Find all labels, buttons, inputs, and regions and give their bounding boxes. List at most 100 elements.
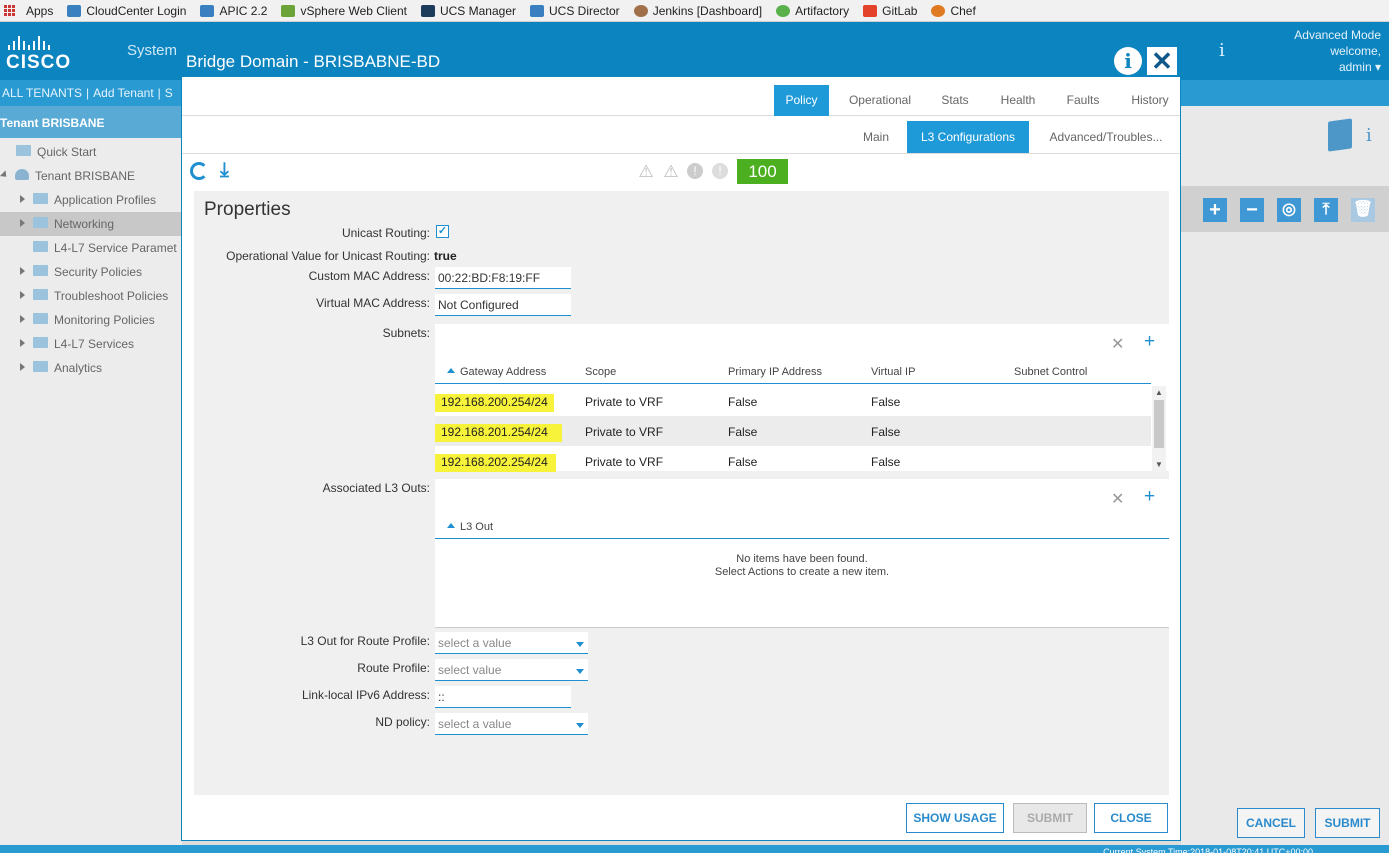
all-tenants-link[interactable]: ALL TENANTS	[2, 86, 82, 100]
cisco-logo[interactable]: CISCO	[6, 34, 71, 74]
tab-main[interactable]: Main	[852, 121, 900, 153]
col-l3-out[interactable]: L3 Out	[447, 521, 493, 533]
cancel-button[interactable]: CANCEL	[1237, 808, 1305, 838]
bookmark-apic[interactable]: APIC 2.2	[200, 4, 267, 18]
add-icon[interactable]: +	[1203, 198, 1227, 222]
folder-icon	[16, 145, 31, 157]
bookmark-cloudcenter[interactable]: CloudCenter Login	[67, 4, 186, 18]
delete-l3out-icon[interactable]: ✕	[1111, 489, 1124, 509]
bookmark-artifactory[interactable]: Artifactory	[776, 4, 849, 18]
l3out-route-profile-select[interactable]: select a value	[435, 632, 588, 654]
tree-item-troubleshoot-policies[interactable]: Troubleshoot Policies	[0, 284, 182, 308]
subnav-more-link[interactable]: S	[165, 86, 173, 100]
refresh-icon[interactable]	[190, 162, 208, 180]
nav-system[interactable]: System	[127, 42, 177, 59]
tab-advanced-troubleshooting[interactable]: Advanced/Troubles...	[1040, 121, 1172, 153]
show-usage-button[interactable]: SHOW USAGE	[906, 803, 1004, 833]
bookmark-apps[interactable]: Apps	[4, 4, 53, 18]
scroll-thumb[interactable]	[1154, 400, 1164, 448]
critical-fault-icon[interactable]: ⚠	[637, 163, 655, 181]
expand-arrow-icon[interactable]	[20, 338, 25, 347]
l3outs-header-row: L3 Out	[435, 517, 1169, 539]
major-fault-icon[interactable]: ⚠	[662, 163, 680, 181]
user-menu[interactable]: admin ▾	[1294, 59, 1381, 75]
bookmark-gitlab[interactable]: GitLab	[863, 4, 917, 18]
tree-item-monitoring-policies[interactable]: Monitoring Policies	[0, 308, 182, 332]
info-icon[interactable]: i	[1114, 47, 1142, 75]
tree-item-application-profiles[interactable]: Application Profiles	[0, 188, 182, 212]
book-icon[interactable]	[1328, 118, 1352, 152]
close-button[interactable]: CLOSE	[1094, 803, 1168, 833]
info-icon[interactable]: i	[1219, 40, 1225, 61]
tree-item-analytics[interactable]: Analytics	[0, 356, 182, 380]
add-subnet-icon[interactable]: +	[1144, 331, 1155, 353]
dialog-title: Bridge Domain - BRISBABNE-BD	[186, 52, 441, 71]
warning-fault-icon[interactable]: !	[712, 163, 728, 179]
table-row[interactable]: 192.168.200.254/24 Private to VRF False …	[435, 386, 1151, 416]
tab-health[interactable]: Health	[992, 85, 1044, 116]
submit-button[interactable]: SUBMIT	[1013, 803, 1087, 833]
trash-icon[interactable]: 🗑	[1351, 198, 1375, 222]
virtual-mac-field[interactable]: Not Configured	[435, 294, 571, 316]
col-primary-ip[interactable]: Primary IP Address	[728, 366, 822, 378]
folder-icon	[33, 337, 48, 349]
custom-mac-field[interactable]: 00:22:BD:F8:19:FF	[435, 267, 571, 289]
col-gateway-address[interactable]: Gateway Address	[447, 366, 546, 378]
tree-item-networking[interactable]: Networking	[0, 212, 182, 236]
close-icon[interactable]: ✕	[1147, 47, 1177, 75]
subnets-scrollbar[interactable]: ▲ ▼	[1152, 386, 1166, 472]
col-subnet-control[interactable]: Subnet Control	[1014, 366, 1087, 378]
table-row[interactable]: 192.168.201.254/24 Private to VRF False …	[435, 416, 1151, 446]
tree-label: L4-L7 Service Paramet	[54, 241, 177, 255]
col-scope[interactable]: Scope	[585, 366, 616, 378]
nd-policy-select[interactable]: select a value	[435, 713, 588, 735]
scroll-down-icon[interactable]: ▼	[1155, 460, 1163, 469]
add-tenant-link[interactable]: Add Tenant	[93, 86, 154, 100]
upload-icon[interactable]: ⤒	[1314, 198, 1338, 222]
linklocal-field[interactable]: ::	[435, 686, 571, 708]
table-toolbar: + − ◎ ⤒ 🗑	[1181, 186, 1389, 232]
assoc-l3outs-label: Associated L3 Outs:	[322, 481, 430, 495]
delete-subnet-icon[interactable]: ✕	[1111, 334, 1124, 354]
bookmark-ucs-manager[interactable]: UCS Manager	[420, 4, 516, 18]
bookmark-chef[interactable]: Chef	[931, 4, 976, 18]
info-icon[interactable]: i	[1366, 125, 1372, 146]
tab-l3-configurations[interactable]: L3 Configurations	[907, 121, 1029, 153]
tab-policy[interactable]: Policy	[774, 85, 829, 116]
tab-history[interactable]: History	[1120, 85, 1180, 116]
mode-label[interactable]: Advanced Mode	[1294, 27, 1381, 43]
tree-item-quick-start[interactable]: Quick Start	[0, 140, 182, 164]
col-virtual-ip[interactable]: Virtual IP	[871, 366, 915, 378]
bookmark-jenkins[interactable]: Jenkins [Dashboard]	[633, 4, 762, 18]
tree-item-security-policies[interactable]: Security Policies	[0, 260, 182, 284]
expand-arrow-icon[interactable]	[20, 194, 25, 203]
expand-arrow-icon[interactable]	[20, 362, 25, 371]
bookmark-ucs-director[interactable]: UCS Director	[530, 4, 620, 18]
tree-label: Quick Start	[37, 145, 97, 159]
download-icon[interactable]: ⤓	[220, 159, 229, 182]
tree-item-tenant[interactable]: Tenant BRISBANE	[0, 164, 182, 188]
tree-item-l4l7-service-params[interactable]: L4-L7 Service Paramet	[0, 236, 182, 260]
target-icon[interactable]: ◎	[1277, 198, 1301, 222]
tab-operational[interactable]: Operational	[840, 85, 920, 116]
bookmark-vsphere[interactable]: vSphere Web Client	[281, 4, 407, 18]
tree-item-l4l7-services[interactable]: L4-L7 Services	[0, 332, 182, 356]
expand-arrow-icon[interactable]	[20, 290, 25, 299]
unicast-routing-checkbox[interactable]: ✓	[436, 225, 449, 238]
route-profile-select[interactable]: select value	[435, 659, 588, 681]
tab-faults[interactable]: Faults	[1057, 85, 1109, 116]
remove-icon[interactable]: −	[1240, 198, 1264, 222]
divider	[435, 627, 1169, 628]
tab-stats[interactable]: Stats	[932, 85, 978, 116]
scroll-up-icon[interactable]: ▲	[1155, 388, 1163, 397]
minor-fault-icon[interactable]: !	[687, 163, 703, 179]
expand-arrow-icon[interactable]	[20, 314, 25, 323]
unicast-routing-label: Unicast Routing:	[341, 226, 430, 240]
bookmark-label: APIC 2.2	[219, 3, 268, 18]
expand-arrow-icon[interactable]	[20, 218, 25, 227]
add-l3out-icon[interactable]: +	[1144, 486, 1155, 508]
expand-arrow-icon[interactable]	[0, 170, 10, 180]
expand-arrow-icon[interactable]	[20, 266, 25, 275]
submit-button[interactable]: SUBMIT	[1315, 808, 1380, 838]
table-row[interactable]: 192.168.202.254/24 Private to VRF False …	[435, 446, 1151, 472]
